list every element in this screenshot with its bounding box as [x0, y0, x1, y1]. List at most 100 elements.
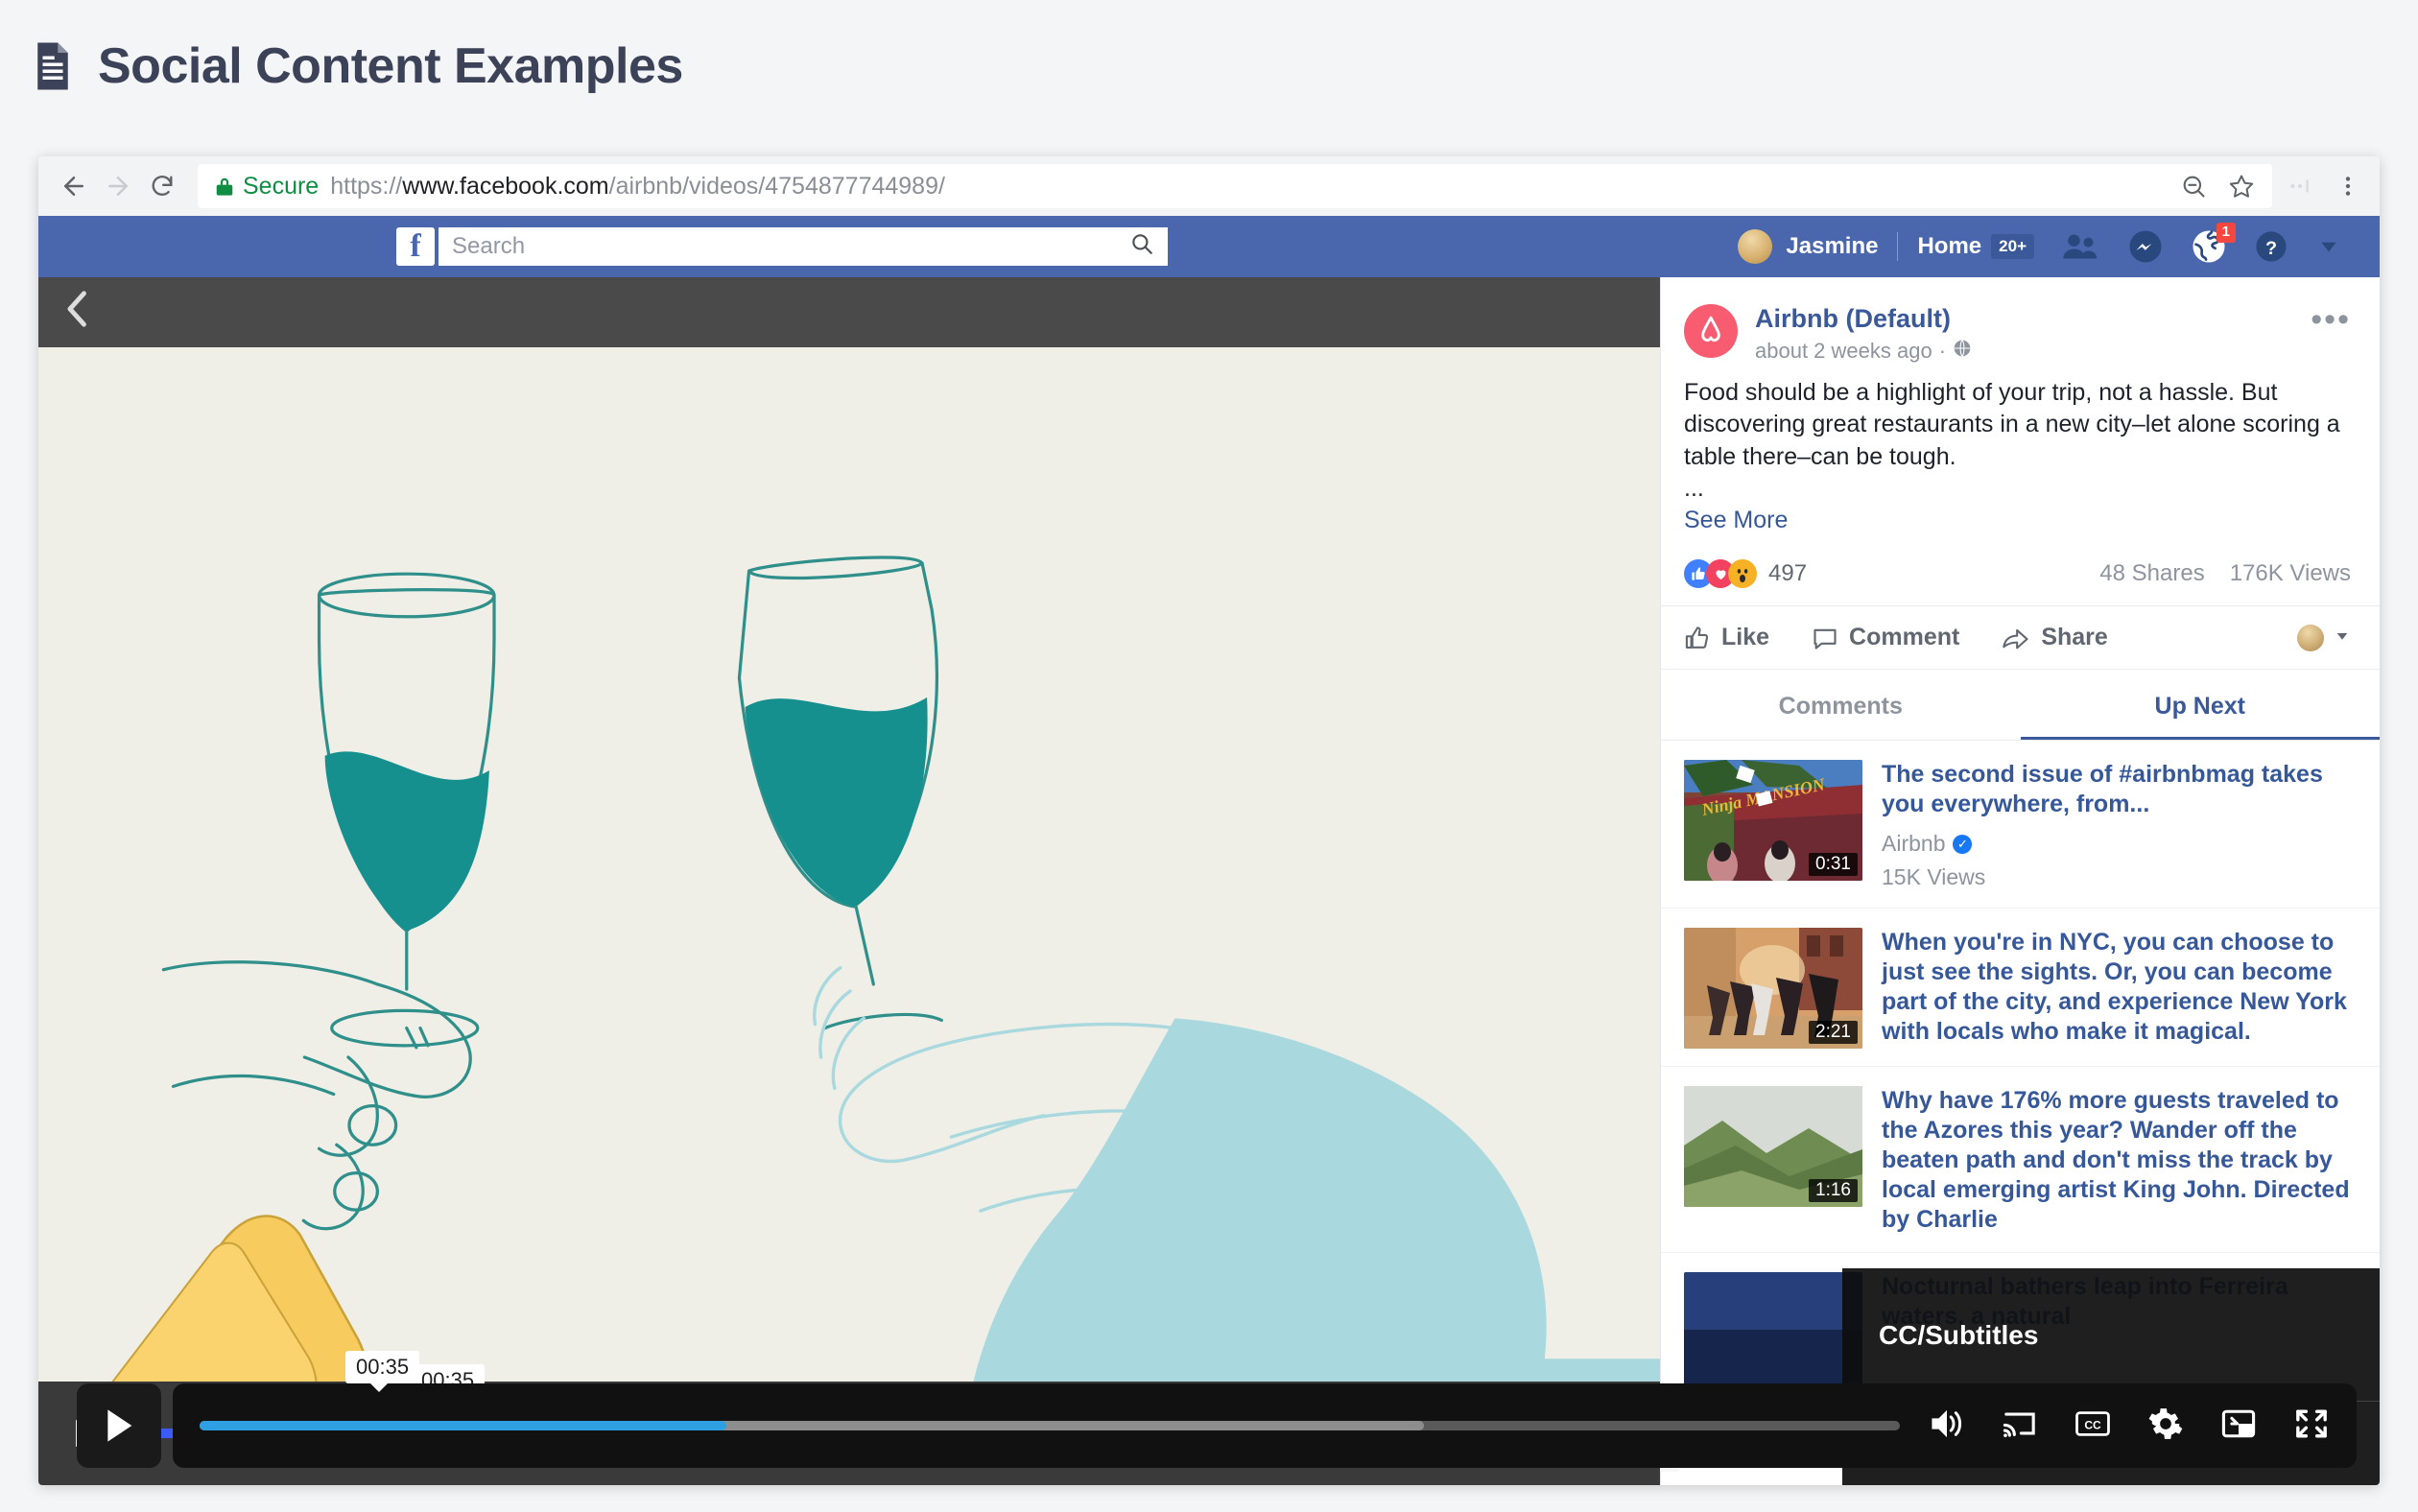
user-name[interactable]: Jasmine	[1786, 233, 1878, 260]
tab-up-next[interactable]: Up Next	[2021, 670, 2381, 740]
facebook-logo[interactable]: f	[396, 227, 435, 266]
chevron-down-icon[interactable]	[2316, 234, 2341, 259]
svg-text:?: ?	[2265, 238, 2277, 259]
volume-icon[interactable]	[1929, 1407, 1965, 1445]
list-item[interactable]: 1:16 Why have 176% more guests traveled …	[1661, 1067, 2380, 1254]
list-item[interactable]: Ninja MANSION 0:31 The second issue of #…	[1661, 741, 2380, 910]
video-thumbnail[interactable]: Ninja MANSION 0:31	[1684, 760, 1862, 882]
bottom-scrubber[interactable]	[200, 1421, 1900, 1430]
facebook-navbar-right: Jasmine Home 20+ 1 ?	[1738, 223, 2353, 264]
home-link[interactable]: Home 20+	[1917, 233, 2034, 260]
divider	[1897, 232, 1899, 261]
video-top-bar	[38, 277, 1660, 347]
chevron-left-icon[interactable]	[65, 289, 90, 336]
share-count[interactable]: 48 Shares	[2099, 560, 2204, 587]
post-body: Food should be a highlight of your trip,…	[1684, 379, 2340, 470]
video-duration: 0:31	[1809, 853, 1858, 877]
video-title[interactable]: The second issue of #airbnbmag takes you…	[1882, 760, 2357, 819]
svg-text:CC: CC	[2084, 1418, 2101, 1431]
reload-icon[interactable]	[140, 164, 184, 208]
page-header: Social Content Examples	[0, 0, 2418, 104]
url-domain: www.facebook.com	[402, 172, 609, 200]
address-bar[interactable]: Secure https:// www.facebook.com /airbnb…	[198, 164, 2272, 208]
globe-notifications-icon[interactable]: 1	[2192, 223, 2236, 264]
bottom-player-overlay: CC 00:35	[38, 1351, 2380, 1485]
bottom-player-bar: CC	[173, 1383, 2357, 1468]
messenger-icon[interactable]	[2128, 229, 2163, 264]
share-label: Share	[2041, 624, 2108, 651]
tab-comments[interactable]: Comments	[1661, 670, 2021, 740]
reaction-count[interactable]: 497	[1768, 560, 1807, 587]
extension-icon[interactable]	[2288, 174, 2312, 199]
post-stats-row: 497 48 Shares 176K Views	[1661, 534, 2380, 607]
see-more-link[interactable]: See More	[1661, 497, 2380, 534]
zoom-out-icon[interactable]	[2180, 173, 2207, 200]
comment-button[interactable]: Comment	[1812, 624, 1959, 651]
sidebar-tabs: Comments Up Next	[1661, 670, 2381, 742]
star-icon[interactable]	[2228, 173, 2255, 200]
verified-badge-icon: ✓	[1953, 834, 1973, 854]
like-label: Like	[1721, 624, 1770, 651]
facebook-navbar: f Search Jasmine Home 20+ 1 ?	[38, 216, 2380, 277]
browser-window: Secure https:// www.facebook.com /airbnb…	[38, 156, 2380, 1485]
video-page-name: Airbnb ✓	[1882, 831, 2357, 857]
back-arrow-icon[interactable]	[52, 164, 96, 208]
globe-icon	[1953, 339, 1972, 364]
comment-label: Comment	[1849, 624, 1960, 651]
help-icon[interactable]: ?	[2255, 230, 2288, 263]
avatar[interactable]	[1738, 229, 1773, 264]
like-button[interactable]: Like	[1684, 624, 1769, 651]
post-action-row: Like Comment Share	[1661, 606, 2380, 671]
more-options-icon[interactable]: •••	[2311, 303, 2351, 337]
video-player-column: -0:07 HD 00:35	[38, 277, 1660, 1485]
chevron-down-icon[interactable]	[2334, 624, 2351, 651]
post-timestamp[interactable]: about 2 weeks ago	[1755, 339, 1932, 364]
search-placeholder: Search	[452, 233, 526, 259]
post-meta: about 2 weeks ago ·	[1755, 339, 2311, 364]
video-title[interactable]: Why have 176% more guests traveled to th…	[1882, 1086, 2357, 1235]
document-icon	[33, 42, 73, 90]
video-page-content: -0:07 HD 00:35	[38, 277, 2380, 1485]
play-icon[interactable]	[77, 1383, 161, 1468]
view-count: 176K Views	[2229, 560, 2351, 587]
home-label: Home	[1917, 233, 1982, 259]
airbnb-logo[interactable]	[1684, 304, 1738, 358]
video-duration: 1:16	[1809, 1179, 1858, 1203]
scrubber-progress	[200, 1421, 727, 1430]
video-title[interactable]: When you're in NYC, you can choose to ju…	[1882, 928, 2357, 1047]
url-path: /airbnb/videos/4754877744989/	[608, 172, 945, 200]
page-title: Social Content Examples	[98, 38, 683, 94]
fullscreen-icon[interactable]	[2293, 1407, 2330, 1445]
video-thumbnail[interactable]	[1684, 1272, 1862, 1394]
share-button[interactable]: Share	[2002, 624, 2108, 651]
home-badge: 20+	[1991, 234, 2034, 259]
forward-arrow-icon	[96, 164, 140, 208]
url-scheme: https://	[330, 172, 403, 200]
search-input[interactable]: Search	[439, 227, 1168, 266]
video-thumbnail[interactable]: 1:16	[1684, 1086, 1862, 1208]
video-views: 15K Views	[1882, 864, 1986, 890]
video-stage[interactable]: -0:07 HD 00:35	[38, 347, 1660, 1485]
lock-icon	[215, 176, 234, 197]
picture-in-picture-icon[interactable]	[2220, 1407, 2257, 1445]
video-artwork	[38, 347, 1660, 1485]
user-avatar	[2297, 624, 2324, 651]
video-thumbnail[interactable]: 2:21	[1684, 928, 1862, 1050]
gear-icon[interactable]	[2147, 1406, 2184, 1447]
page-label[interactable]: Airbnb	[1882, 831, 1945, 857]
post-author[interactable]: Airbnb (Default)	[1755, 304, 2311, 334]
secure-label: Secure	[243, 172, 320, 200]
list-item[interactable]: 2:21 When you're in NYC, you can choose …	[1661, 909, 2380, 1068]
post-sidebar: Airbnb (Default) about 2 weeks ago · •••…	[1660, 277, 2380, 1485]
three-dot-menu-icon[interactable]	[2335, 174, 2360, 199]
closed-captions-icon[interactable]: CC	[2074, 1409, 2111, 1443]
share-audience-selector[interactable]	[2297, 624, 2351, 651]
cast-icon[interactable]	[2002, 1407, 2038, 1445]
wow-face-icon	[1728, 559, 1757, 589]
browser-toolbar: Secure https:// www.facebook.com /airbnb…	[38, 156, 2380, 216]
post-header: Airbnb (Default) about 2 weeks ago · •••	[1661, 277, 2380, 364]
friends-icon[interactable]	[2063, 232, 2099, 261]
globe-badge: 1	[2216, 223, 2236, 243]
cc-menu-title: CC/Subtitles	[1879, 1320, 2039, 1350]
search-icon[interactable]	[1129, 231, 1154, 263]
